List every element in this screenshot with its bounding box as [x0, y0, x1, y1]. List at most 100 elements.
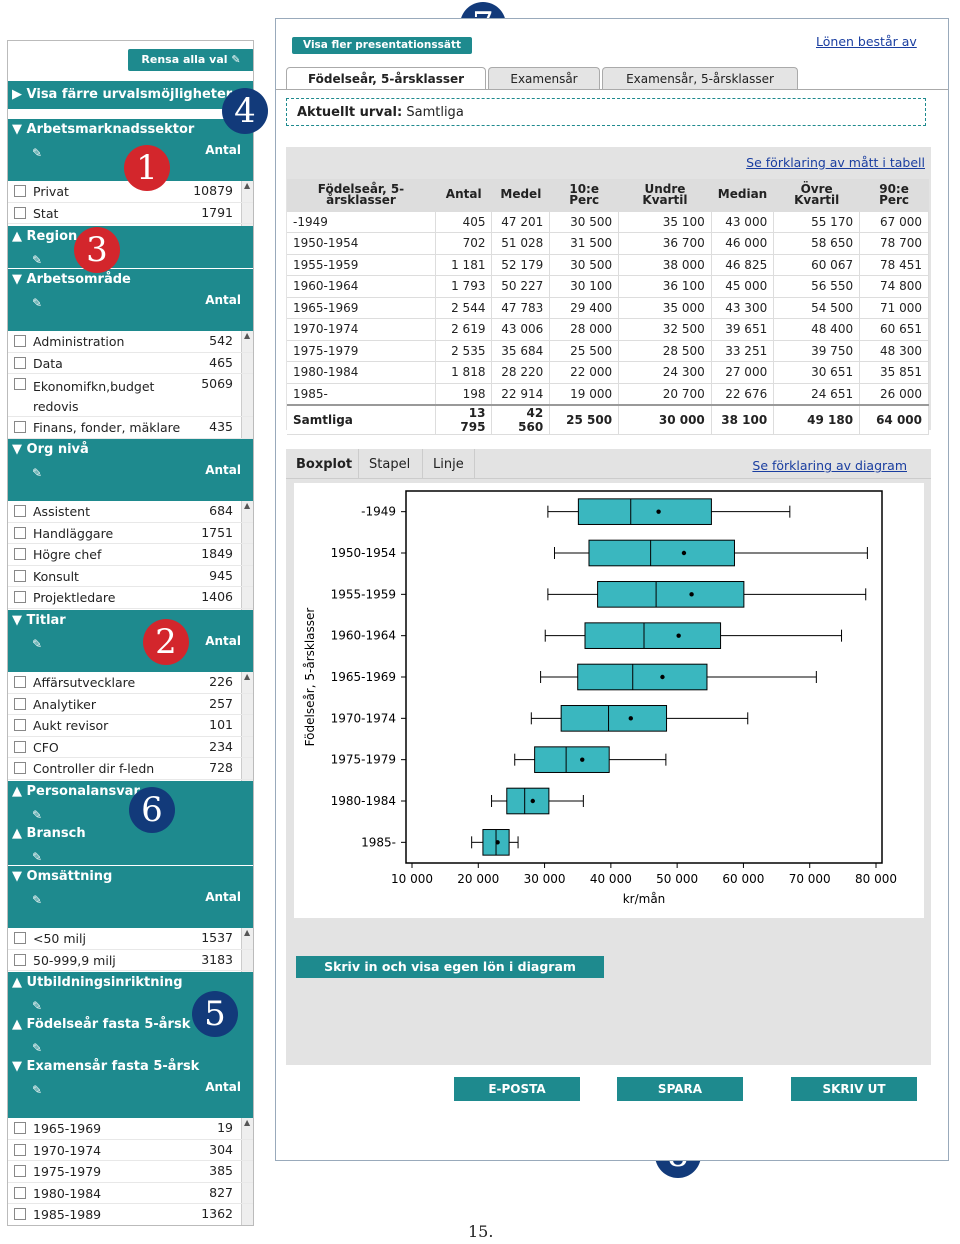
section-region[interactable]: ▲ Region ✎ — [8, 226, 253, 271]
section-turnover[interactable]: ▼ Omsättning ✎ Antal — [8, 866, 253, 928]
list-item[interactable]: CFO 234 — [8, 737, 253, 758]
pencil-icon[interactable]: ✎ — [32, 142, 42, 164]
checkbox[interactable] — [14, 505, 26, 517]
list-item[interactable]: 1990-19942020 — [8, 1226, 254, 1227]
table-cell: 51 028 — [491, 232, 551, 255]
section-area[interactable]: ▼ Arbetsområde ✎ Antal — [8, 269, 253, 331]
checkbox[interactable] — [14, 1208, 26, 1220]
table-cell: -1949 — [287, 211, 436, 233]
table-cell: 2 535 — [435, 340, 493, 362]
print-button[interactable]: SKRIV UT — [791, 1077, 917, 1101]
section-org[interactable]: ▼ Org nivå ✎ Antal — [8, 439, 253, 501]
list-item[interactable]: 1980-1984 827 — [8, 1183, 253, 1204]
mean-point — [530, 798, 535, 804]
table-panel: Se förklaring av mått i tabell Födelseår… — [286, 147, 931, 435]
tab-stapel[interactable]: Stapel — [358, 449, 420, 479]
table-cell: 20 700 — [618, 383, 712, 405]
list-item[interactable]: Analytiker 257 — [8, 694, 253, 715]
table-cell: 78 451 — [859, 254, 929, 276]
list-item[interactable]: 1970-1974 304 — [8, 1140, 253, 1161]
column-header: 90:e Perc — [859, 179, 929, 212]
tab-boxplot[interactable]: Boxplot — [296, 457, 352, 472]
pencil-icon[interactable]: ✎ — [32, 249, 42, 271]
checkbox[interactable] — [14, 206, 26, 219]
pencil-icon[interactable]: ✎ — [32, 846, 42, 868]
column-header: Övre Kvartil — [773, 179, 861, 212]
table-cell: 2 544 — [435, 297, 493, 319]
table-cell: 1975-1979 — [287, 340, 436, 362]
triangle-down-icon: ▼ — [12, 869, 27, 884]
checkbox[interactable] — [14, 569, 26, 582]
checkbox[interactable] — [14, 356, 26, 369]
table-row: 1980-1984 1 818 28 220 22 000 24 300 27 000 30… — [287, 361, 929, 384]
section-examyear[interactable]: ▼ Examensår fasta 5-årsk ✎ Antal — [8, 1056, 253, 1118]
checkbox[interactable] — [14, 676, 26, 688]
list-examyear: ▲▼1965-1969191970-19743041975-1979385198… — [8, 1118, 254, 1227]
checkbox[interactable] — [14, 335, 26, 347]
checkbox[interactable] — [14, 1122, 26, 1134]
pencil-icon[interactable]: ✎ — [32, 1079, 42, 1101]
list-item[interactable]: Projektledare 1406 — [8, 587, 253, 609]
table-cell: 47 783 — [491, 297, 551, 319]
column-header: Undre Kvartil — [618, 179, 712, 212]
pencil-icon[interactable]: ✎ — [32, 889, 42, 911]
list-item[interactable]: Finans, fonder, mäklare 435 — [8, 417, 253, 439]
list-item[interactable]: 1985-1989 1362 — [8, 1204, 253, 1225]
list-item[interactable]: 50-999,9 milj 3183 — [8, 950, 253, 971]
checkbox[interactable] — [14, 548, 26, 560]
table-cell: 56 550 — [773, 275, 861, 298]
list-item[interactable]: Ekonomifkn,budget redovis 5069 — [8, 374, 253, 417]
list-item[interactable]: Högre chef 1849 — [8, 544, 253, 566]
checkbox[interactable] — [14, 185, 26, 197]
tab-linje[interactable]: Linje — [422, 449, 475, 479]
checkbox[interactable] — [14, 697, 26, 710]
own-salary-button[interactable]: Skriv in och visa egen lön i diagram — [296, 956, 604, 978]
section-titles[interactable]: ▼ Titlar ✎ Antal — [8, 610, 253, 672]
list-item[interactable]: Controller dir f-ledn 728 — [8, 758, 253, 780]
more-presentations-button[interactable]: Visa fler presentationssätt — [292, 37, 472, 54]
chart-explanation-link[interactable]: Se förklaring av diagram — [752, 458, 907, 473]
tab-examyear-5[interactable]: Examensår, 5-årsklasser — [602, 67, 798, 89]
checkbox[interactable] — [14, 378, 26, 390]
list-item[interactable]: Administration 542 — [8, 331, 253, 353]
checkbox[interactable] — [14, 932, 26, 944]
pencil-icon[interactable]: ✎ — [32, 633, 42, 655]
list-item[interactable]: <50 milj 1537 — [8, 928, 253, 950]
checkbox[interactable] — [14, 1143, 26, 1156]
list-item[interactable]: Affärsutvecklare 226 — [8, 672, 253, 694]
table-explanation-link[interactable]: Se förklaring av mått i tabell — [746, 155, 925, 170]
table-row: -1949 405 47 201 30 500 35 100 43 000 55 170 67… — [287, 211, 929, 233]
list-item[interactable]: Assistent 684 — [8, 501, 253, 523]
checkbox[interactable] — [14, 591, 26, 603]
checkbox[interactable] — [14, 719, 26, 731]
email-button[interactable]: E-POSTA — [454, 1077, 580, 1101]
list-item[interactable]: 1965-1969 19 — [8, 1118, 253, 1140]
list-item[interactable]: Konsult 945 — [8, 566, 253, 587]
list-item[interactable]: 1975-1979 385 — [8, 1161, 253, 1183]
checkbox[interactable] — [14, 1165, 26, 1177]
list-item[interactable]: Data 465 — [8, 353, 253, 374]
checkbox[interactable] — [14, 1186, 26, 1199]
save-button[interactable]: SPARA — [617, 1077, 743, 1101]
clear-all-button[interactable]: Rensa alla val ✎ — [128, 49, 253, 71]
checkbox[interactable] — [14, 953, 26, 966]
tab-birthyear-5[interactable]: Födelseår, 5-årsklasser — [286, 67, 486, 89]
list-item[interactable]: Aukt revisor 101 — [8, 715, 253, 737]
salary-composition-link[interactable]: Lönen består av — [816, 34, 917, 49]
toggle-options[interactable]: ▶ Visa färre urvalsmöjligheter — [8, 81, 253, 109]
checkbox[interactable] — [14, 526, 26, 539]
pencil-icon[interactable]: ✎ — [32, 462, 42, 484]
table-cell: 702 — [435, 232, 493, 255]
checkbox[interactable] — [14, 421, 26, 433]
list-item[interactable]: Handläggare 1751 — [8, 523, 253, 544]
table-cell: 24 651 — [773, 383, 861, 405]
boxplot-chart: 10 000 20 000 30 000 40 000 50 000 60 000 70 0… — [294, 483, 924, 918]
checkbox[interactable] — [14, 740, 26, 753]
section-industry[interactable]: ▲ Bransch ✎ — [8, 823, 253, 868]
pencil-icon[interactable]: ✎ — [32, 292, 42, 314]
list-item[interactable]: Stat 1791 — [8, 203, 253, 224]
tab-examyear[interactable]: Examensår — [488, 67, 600, 89]
checkbox[interactable] — [14, 762, 26, 774]
y-tick-label: 1985- — [361, 835, 396, 849]
table-cell: 22 914 — [491, 383, 551, 405]
